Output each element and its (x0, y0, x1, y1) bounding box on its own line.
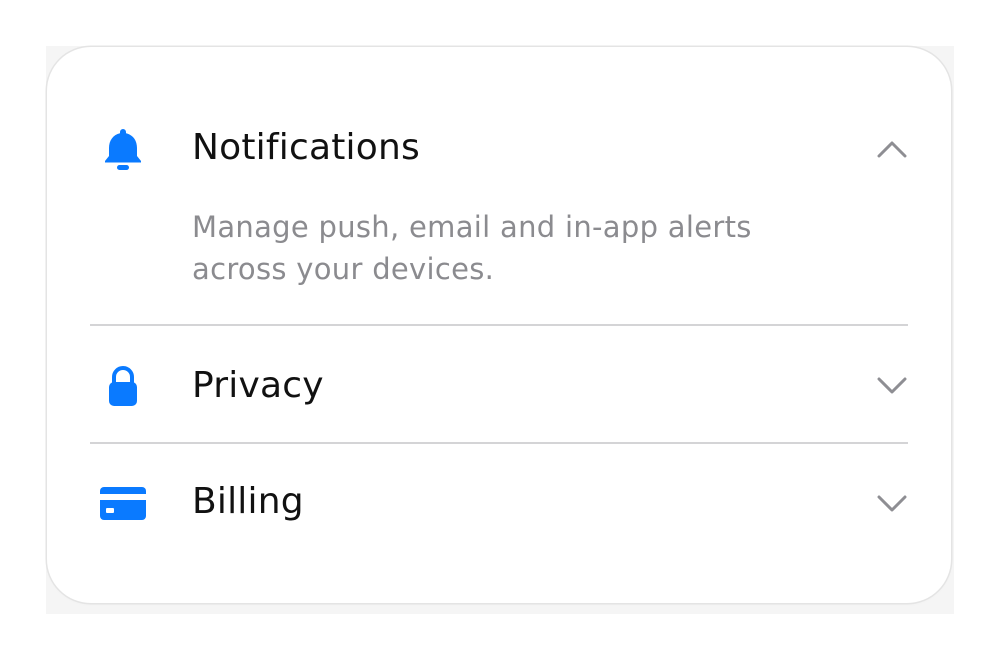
accordion-title-billing: Billing (192, 481, 304, 522)
chevron-down-icon[interactable] (877, 375, 907, 395)
accordion-header-billing[interactable]: Billing (47, 455, 951, 559)
section-divider (90, 324, 908, 326)
accordion-title-privacy: Privacy (192, 365, 324, 406)
accordion-header-privacy[interactable]: Privacy (47, 337, 951, 441)
lock-icon (95, 359, 151, 415)
credit-card-icon (95, 475, 151, 531)
accordion-description-notifications: Manage push, email and in-app alerts acr… (192, 210, 752, 286)
section-divider (90, 442, 908, 444)
chevron-up-icon[interactable] (877, 139, 907, 159)
bell-icon (95, 121, 151, 177)
accordion-header-notifications[interactable]: Notifications (47, 103, 951, 195)
chevron-down-icon[interactable] (877, 493, 907, 513)
settings-accordion-card: Notifications Manage push, email and in-… (47, 47, 951, 603)
accordion-title-notifications: Notifications (192, 127, 420, 168)
